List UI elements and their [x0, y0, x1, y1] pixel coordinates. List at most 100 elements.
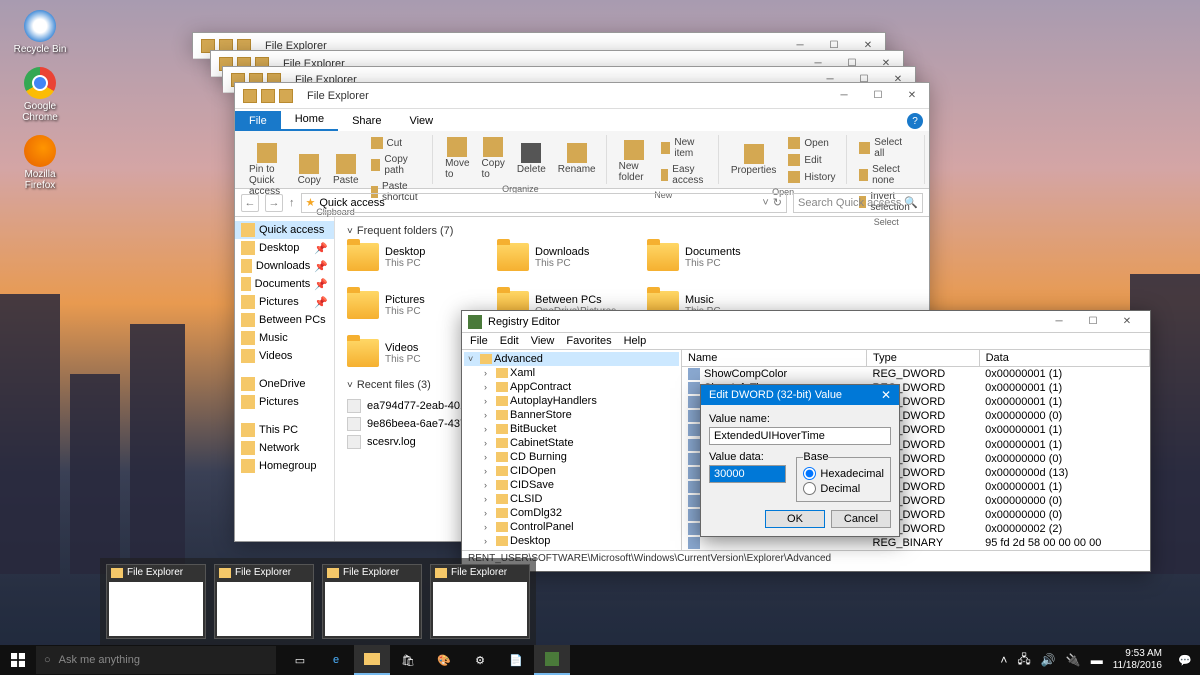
sidebar-item-documents[interactable]: Documents📌	[235, 275, 334, 293]
value-name-input[interactable]	[709, 427, 891, 445]
sidebar-item-network[interactable]: Network	[235, 439, 334, 457]
expand-icon[interactable]: ›	[484, 508, 494, 518]
desktop-icon-chrome[interactable]: Google Chrome	[10, 67, 70, 123]
selectall-button[interactable]: Select all	[855, 135, 918, 161]
file-explorer-window-bg1[interactable]: File Explorer─☐✕	[192, 32, 886, 52]
desktop-icon-firefox[interactable]: Mozilla Firefox	[10, 135, 70, 191]
search-input[interactable]: Search Quick access🔍	[793, 193, 923, 213]
sidebar-item-homegroup[interactable]: Homegroup	[235, 457, 334, 475]
minimize-button[interactable]: ─	[827, 83, 861, 109]
ok-button[interactable]: OK	[765, 510, 825, 528]
radio-dec[interactable]: Decimal	[803, 482, 884, 495]
tree-node-advanced[interactable]: ˅Advanced	[464, 352, 679, 366]
paint-button[interactable]: 🎨	[426, 645, 462, 675]
regedit-taskbar-button[interactable]	[534, 645, 570, 675]
start-button[interactable]	[0, 645, 36, 675]
sidebar-item-pictures[interactable]: Pictures📌	[235, 293, 334, 311]
nav-up-button[interactable]: ↑	[289, 197, 295, 209]
tree-node-cd burning[interactable]: ›CD Burning	[464, 450, 679, 464]
paste-button[interactable]: Paste	[329, 152, 363, 188]
frequent-header[interactable]: Frequent folders (7)	[347, 225, 917, 237]
sidebar-item-this-pc[interactable]: This PC	[235, 421, 334, 439]
chevron-down-icon[interactable]: ˅	[762, 197, 768, 209]
clock[interactable]: 9:53 AM11/18/2016	[1113, 648, 1162, 672]
search-box[interactable]: ○Ask me anything	[36, 646, 276, 674]
expand-icon[interactable]: ›	[484, 452, 494, 462]
tray-battery-icon[interactable]: ▬	[1091, 653, 1103, 667]
sidebar-item-quick-access[interactable]: Quick access	[235, 221, 334, 239]
sidebar-item-downloads[interactable]: Downloads📌	[235, 257, 334, 275]
sidebar-item-between-pcs[interactable]: Between PCs	[235, 311, 334, 329]
cut-button[interactable]: Cut	[367, 135, 407, 151]
tree-node-appcontract[interactable]: ›AppContract	[464, 380, 679, 394]
sidebar-item-desktop[interactable]: Desktop📌	[235, 239, 334, 257]
maximize-button[interactable]: ☐	[1076, 309, 1110, 335]
tab-home[interactable]: Home	[281, 109, 338, 131]
tray-volume-icon[interactable]: 🔊	[1041, 653, 1056, 667]
tab-view[interactable]: View	[395, 111, 447, 131]
open-button[interactable]: Open	[784, 135, 832, 151]
tree-node-comdlg32[interactable]: ›ComDlg32	[464, 506, 679, 520]
delete-button[interactable]: Delete	[513, 141, 550, 177]
expand-icon[interactable]: ›	[484, 438, 494, 448]
tab-file[interactable]: File	[235, 111, 281, 131]
expand-icon[interactable]: ›	[484, 480, 494, 490]
tray-chevron-icon[interactable]: ˄	[1000, 653, 1007, 667]
registry-value-row[interactable]: ShowCompColorREG_DWORD0x00000001 (1)	[682, 367, 1150, 382]
expand-icon[interactable]: ›	[484, 368, 494, 378]
thumbnail-1[interactable]: File Explorer	[214, 564, 314, 639]
explorer-taskbar-button[interactable]	[354, 645, 390, 675]
menu-view[interactable]: View	[531, 335, 555, 347]
tree-node-autoplayhandlers[interactable]: ›AutoplayHandlers	[464, 394, 679, 408]
expand-icon[interactable]: ›	[484, 410, 494, 420]
thumbnail-0[interactable]: File Explorer	[106, 564, 206, 639]
sidebar-item-onedrive[interactable]: OneDrive	[235, 375, 334, 393]
value-data-input[interactable]	[709, 465, 786, 483]
tray-power-icon[interactable]: 🔌	[1066, 653, 1081, 667]
tree-node-desktop[interactable]: ›Desktop	[464, 534, 679, 548]
tree-node-clsid[interactable]: ›CLSID	[464, 492, 679, 506]
expand-icon[interactable]: ›	[484, 382, 494, 392]
sidebar-item-music[interactable]: Music	[235, 329, 334, 347]
col-name[interactable]: Name	[682, 350, 867, 367]
close-button[interactable]: ✕	[881, 388, 891, 402]
tab-share[interactable]: Share	[338, 111, 395, 131]
expand-icon[interactable]: ›	[484, 536, 494, 546]
newfolder-button[interactable]: New folder	[615, 138, 653, 185]
minimize-button[interactable]: ─	[1042, 309, 1076, 335]
settings-button[interactable]: ⚙	[462, 645, 498, 675]
store-button[interactable]: 🛍	[390, 645, 426, 675]
folder-desktop[interactable]: DesktopThis PC	[347, 243, 477, 271]
action-center-button[interactable]: 💬	[1170, 645, 1200, 675]
expand-icon[interactable]: ˅	[468, 354, 478, 364]
history-button[interactable]: History	[784, 169, 839, 185]
edit-dword-dialog[interactable]: Edit DWORD (32-bit) Value✕ Value name: V…	[700, 384, 900, 537]
tree-node-xaml[interactable]: ›Xaml	[464, 366, 679, 380]
pin-button[interactable]: Pin to Quick access	[245, 141, 290, 199]
tree-node-discardable[interactable]: ›Discardable	[464, 548, 679, 550]
expand-icon[interactable]: ›	[484, 424, 494, 434]
copy-button[interactable]: Copy	[294, 152, 325, 188]
registry-value-row[interactable]: REG_BINARY95 fd 2d 58 00 00 00 00	[682, 536, 1150, 550]
col-data[interactable]: Data	[979, 350, 1149, 367]
thumbnail-2[interactable]: File Explorer	[322, 564, 422, 639]
moveto-button[interactable]: Move to	[441, 135, 473, 182]
expand-icon[interactable]: ›	[484, 522, 494, 532]
col-type[interactable]: Type	[867, 350, 980, 367]
menu-help[interactable]: Help	[624, 335, 647, 347]
expand-icon[interactable]: ›	[484, 494, 494, 504]
sidebar-item-pictures[interactable]: Pictures	[235, 393, 334, 411]
copyto-button[interactable]: Copy to	[478, 135, 509, 182]
selectnone-button[interactable]: Select none	[855, 162, 918, 188]
tree-node-cabinetstate[interactable]: ›CabinetState	[464, 436, 679, 450]
rename-button[interactable]: Rename	[554, 141, 600, 177]
help-icon[interactable]: ?	[907, 113, 923, 129]
menu-file[interactable]: File	[470, 335, 488, 347]
refresh-button[interactable]: ↻	[773, 196, 782, 209]
expand-icon[interactable]: ›	[484, 466, 494, 476]
tray-network-icon[interactable]: 🖧	[1017, 650, 1030, 671]
newitem-button[interactable]: New item	[657, 135, 712, 161]
folder-pictures[interactable]: PicturesThis PC	[347, 291, 477, 319]
notepad-button[interactable]: 📄	[498, 645, 534, 675]
tree-node-cidopen[interactable]: ›CIDOpen	[464, 464, 679, 478]
